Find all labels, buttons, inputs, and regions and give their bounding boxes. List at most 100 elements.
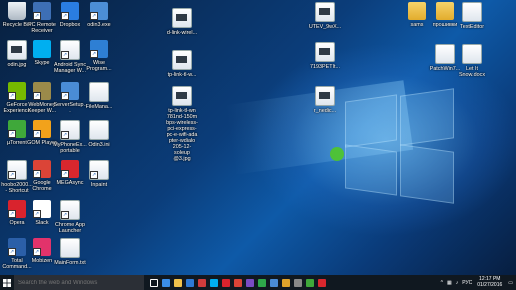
app-icon: [246, 278, 254, 287]
chrome-icon: ↗: [33, 160, 51, 178]
recycle-bin-icon: [8, 2, 26, 20]
volume-icon[interactable]: ♪: [456, 280, 459, 286]
opera-icon: ↗: [8, 200, 26, 218]
wallpaper-window-pane: [345, 144, 397, 196]
search-input[interactable]: [18, 279, 138, 286]
taskbar-edge-button[interactable]: [160, 275, 172, 290]
taskbar-skype-button[interactable]: [208, 275, 220, 290]
desktop-icon-label: tp-link-tl-w...: [167, 72, 197, 78]
taskbar-opera-button[interactable]: [220, 275, 232, 290]
shortcut-arrow-icon: ↗: [8, 171, 16, 179]
search-box[interactable]: [14, 275, 144, 290]
skype-icon: [33, 40, 51, 58]
image-file-icon: [315, 42, 335, 62]
tray-chevron-icon[interactable]: ^: [441, 280, 443, 286]
desktop-icon-inpaint[interactable]: ↗ Inpaint: [82, 160, 116, 188]
shortcut-arrow-icon: ↗: [90, 50, 98, 58]
image-file-icon: [172, 50, 192, 70]
image-file-icon: [172, 8, 192, 28]
shortcut-arrow-icon: ↗: [8, 92, 16, 100]
text-editor-icon: [462, 2, 482, 22]
app-icon: [258, 278, 266, 287]
shortcut-arrow-icon: ↗: [61, 131, 69, 139]
desktop-icon-label: FileMana...: [85, 104, 113, 110]
file-manager-icon: [89, 82, 109, 102]
task-view-icon: [150, 278, 158, 287]
desktop-icon-image-file[interactable]: tp-link-tl-w...: [165, 50, 199, 78]
edge-icon: [162, 278, 170, 287]
pc-remote-icon: ↗: [33, 2, 51, 20]
taskbar-app-button[interactable]: [244, 275, 256, 290]
desktop-icon-image-file[interactable]: tp-link-tl-wn 781nd-150m bps-wireless-pc…: [165, 86, 199, 162]
wise-icon: ↗: [90, 40, 108, 58]
taskbar-app-button[interactable]: [304, 275, 316, 290]
desktop-icon-label: MainForm.txt: [54, 260, 86, 266]
android-sync-icon: ↗: [60, 40, 80, 60]
desktop-icon-ini-file[interactable]: Odin3.ini: [82, 120, 116, 148]
network-icon[interactable]: ▦: [447, 280, 452, 286]
desktop: Recycle Bin ↗ PC Remote Receiver ↗ Dropbox ↗ o…: [0, 0, 516, 275]
start-button[interactable]: [0, 275, 14, 290]
taskbar: ^ ▦ ♪ РУС 12:17 PM 01/27/2016 ▭: [0, 275, 516, 290]
desktop-icon-image-file[interactable]: UTEV_9wX...: [308, 2, 342, 30]
desktop-icon-label: Odin3.ini: [88, 142, 110, 148]
desktop-icon-label: d-link-wirel...: [166, 30, 198, 36]
image-file-icon: [7, 40, 27, 60]
taskbar-file-explorer-button[interactable]: [172, 275, 184, 290]
desktop-icon-odin[interactable]: ↗ odin3.exe: [82, 2, 116, 28]
taskbar-app-button[interactable]: [316, 275, 328, 290]
desktop-icon-text-editor[interactable]: TextEditor: [455, 2, 489, 30]
system-tray: ^ ▦ ♪ РУС 12:17 PM 01/27/2016 ▭: [439, 275, 516, 290]
shortcut-arrow-icon: ↗: [8, 130, 16, 138]
taskbar-app-button[interactable]: [268, 275, 280, 290]
desktop-icon-image-file[interactable]: r_nedic...: [308, 86, 342, 114]
image-file-icon: [315, 86, 335, 106]
taskbar-app-button[interactable]: [280, 275, 292, 290]
desktop-icon-chrome-app-launcher[interactable]: ↗ Chrome App Launcher: [53, 200, 87, 234]
word-document-icon: [462, 44, 482, 64]
shortcut-arrow-icon: ↗: [61, 51, 69, 59]
language-indicator[interactable]: РУС: [462, 280, 472, 286]
store-icon: [186, 278, 194, 287]
taskbar-app-button[interactable]: [256, 275, 268, 290]
app-icon: [318, 278, 326, 287]
windows-logo-icon: [3, 278, 11, 287]
shortcut-arrow-icon: ↗: [61, 92, 69, 100]
desktop-icon-image-file[interactable]: 7193PETIt...: [308, 42, 342, 70]
desktop-icon-file-manager[interactable]: FileMana...: [82, 82, 116, 110]
taskbar-app-button[interactable]: [292, 275, 304, 290]
shortcut-arrow-icon: ↗: [33, 12, 41, 20]
wallpaper-window-pane: [400, 144, 454, 204]
shortcut-arrow-icon: ↗: [90, 12, 98, 20]
desktop-icon-label: TextEditor: [460, 24, 484, 30]
patch-file-icon: [435, 44, 455, 64]
dropbox-icon: ↗: [61, 2, 79, 20]
app-icon: [270, 278, 278, 287]
clock[interactable]: 12:17 PM 01/27/2016: [477, 276, 502, 288]
desktop-icon-label: 7193PETIt...: [310, 64, 340, 70]
desktop-icon-wise[interactable]: ↗ Wise Program...: [82, 40, 116, 72]
inpaint-icon: ↗: [89, 160, 109, 180]
taskbar-store-button[interactable]: [184, 275, 196, 290]
desktop-icon-word-document[interactable]: Let It Snow.docx: [455, 44, 489, 78]
taskbar-task-view-button[interactable]: [148, 275, 160, 290]
server-setup-icon: ↗: [61, 82, 79, 100]
skype-icon: [210, 278, 218, 287]
taskbar-chrome-button[interactable]: [232, 275, 244, 290]
folder-icon: [436, 2, 454, 20]
desktop-icon-label: Let It Snow.docx: [458, 66, 486, 78]
text-file-icon: [60, 238, 80, 258]
desktop-icon-label: UTEV_9wX...: [308, 24, 342, 30]
taskbar-app-button[interactable]: [196, 275, 208, 290]
mouse-cursor-highlight: [330, 147, 344, 161]
notifications-icon[interactable]: ▭: [508, 280, 513, 286]
chrome-icon: [234, 278, 242, 287]
file-explorer-icon: [174, 278, 182, 287]
shortcut-arrow-icon: ↗: [90, 171, 98, 179]
wallpaper-window-pane: [400, 88, 454, 146]
shortcut-arrow-icon: ↗: [33, 92, 41, 100]
folder-icon: [408, 2, 426, 20]
desktop-icon-image-file[interactable]: d-link-wirel...: [165, 8, 199, 36]
geforce-icon: ↗: [8, 82, 26, 100]
desktop-icon-text-file[interactable]: MainForm.txt: [53, 238, 87, 266]
